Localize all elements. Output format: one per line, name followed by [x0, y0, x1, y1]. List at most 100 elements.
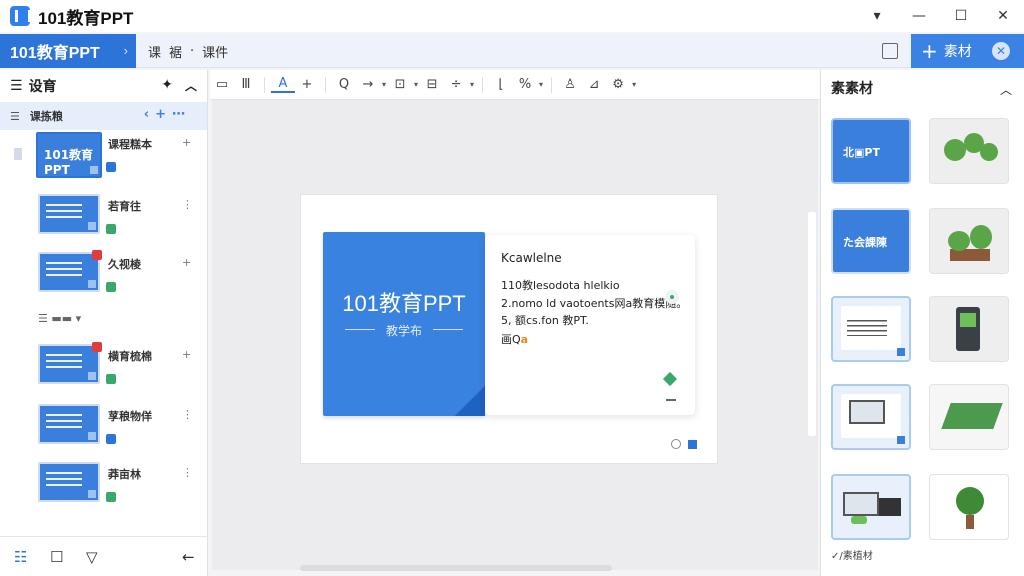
slide-name: 莩稂物佯	[108, 410, 152, 423]
add-icon[interactable]: +	[182, 348, 191, 361]
asset-tile[interactable]	[929, 296, 1009, 362]
asset-tile[interactable]	[831, 474, 911, 540]
search-icon[interactable]: Q	[332, 77, 356, 92]
more-icon[interactable]: ⋮	[182, 466, 193, 479]
crop-icon[interactable]	[882, 43, 898, 59]
image-icon[interactable]: ⊡	[388, 77, 412, 92]
caret-down-icon[interactable]: ▾	[539, 80, 543, 89]
slide-item-2[interactable]: 若育往 ⋮	[0, 194, 200, 250]
slide-thumbnail[interactable]	[38, 462, 100, 502]
document-tab[interactable]: 101教育PPT ›	[0, 34, 136, 68]
horizontal-scrollbar[interactable]	[300, 565, 612, 571]
menu-separator: ·	[190, 43, 195, 59]
status-dot-icon[interactable]	[665, 290, 679, 304]
slide-handle-icon	[14, 148, 22, 160]
asset-tile[interactable]	[831, 384, 911, 450]
list-icon: ☰	[10, 109, 20, 123]
textbox-icon[interactable]: ▭	[210, 77, 234, 92]
square-icon[interactable]	[688, 440, 697, 449]
text-lines-icon	[46, 354, 82, 372]
asset-tile[interactable]	[929, 384, 1009, 450]
comment-icon[interactable]: ☐	[50, 548, 63, 566]
asset-tile[interactable]: た会課陳	[831, 208, 911, 274]
slide-thumbnail[interactable]	[38, 194, 100, 234]
asset-tile[interactable]	[831, 296, 911, 362]
close-icon[interactable]: ✕	[992, 42, 1010, 60]
more-icon[interactable]: ⋮	[182, 198, 193, 211]
ring-icon[interactable]	[671, 439, 681, 449]
fold-corner-icon	[88, 280, 96, 288]
hamburger-icon[interactable]: ☰	[10, 78, 23, 94]
caret-down-icon[interactable]: ▾	[414, 80, 418, 89]
maximize-button[interactable]: ☐	[940, 0, 982, 32]
chevron-up-icon[interactable]: ︿	[1000, 81, 1012, 98]
more-icon[interactable]: ⋮	[182, 408, 193, 421]
chevron-right-icon: ›	[123, 43, 128, 58]
menu-item-lesson[interactable]: 课	[148, 42, 161, 61]
arrow-left-icon[interactable]: ←	[182, 548, 195, 566]
divide-icon[interactable]: ÷	[444, 77, 468, 92]
slide-item-1[interactable]: 101教育PPT 课程糕本 +	[0, 132, 200, 188]
asset-tile[interactable]: 北▣PT	[831, 118, 911, 184]
asset-tile[interactable]	[929, 208, 1009, 274]
slide-tag-icon	[106, 282, 116, 292]
layout-selector[interactable]: ☰ ▬▬ ▾	[38, 312, 81, 325]
plus-icon[interactable]: +	[295, 77, 319, 92]
arrow-icon[interactable]: →	[356, 77, 380, 92]
caret-down-icon[interactable]: ▾	[382, 80, 386, 89]
toolbar-divider	[551, 76, 553, 93]
current-slide[interactable]: 101教育PPT 教学布 Kcawlelne 110教lesodota hlel…	[300, 194, 718, 464]
slide-item-5[interactable]: 莩稂物佯 ⋮	[0, 404, 200, 460]
table-icon[interactable]: ⊟	[420, 77, 444, 92]
slide-thumbnail[interactable]	[38, 250, 102, 292]
caret-down-icon[interactable]: ▾	[470, 80, 474, 89]
red-badge-icon	[92, 250, 102, 260]
bracket-icon[interactable]: ⌊	[489, 77, 513, 92]
menu-item-2[interactable]: 裾	[169, 42, 182, 61]
text-format-icon[interactable]: A	[271, 76, 295, 93]
plant-icon	[948, 231, 970, 251]
slide-subtitle: 教学布	[385, 324, 422, 338]
toolbar-divider	[325, 76, 326, 93]
vertical-scrollbar[interactable]	[808, 212, 816, 436]
materials-footer[interactable]: ✓/素植材	[831, 547, 873, 562]
pen-icon[interactable]: ⊿	[582, 77, 606, 92]
fold-corner-icon	[90, 166, 98, 174]
device-icon	[879, 498, 901, 516]
asset-tile[interactable]	[929, 118, 1009, 184]
percent-icon[interactable]: %	[513, 77, 537, 92]
materials-panel: 素素材 ︿ 北▣PT た会課陳 ✓/素植材	[820, 70, 1024, 576]
content-card[interactable]: Kcawlelne 110教lesodota hlelkio 2.nomo ld…	[485, 235, 695, 415]
tree-icon	[956, 487, 984, 515]
dropdown-icon[interactable]: ▾	[856, 0, 898, 32]
minimize-button[interactable]: —	[898, 0, 940, 32]
slide-tag-icon	[106, 434, 116, 444]
add-icon[interactable]: +	[182, 136, 191, 149]
chevron-up-icon[interactable]: ︿	[185, 77, 197, 94]
add-material-button[interactable]: + 素材 ✕	[911, 34, 1024, 68]
title-block[interactable]: 101教育PPT 教学布	[323, 232, 485, 416]
add-icon[interactable]: +	[182, 256, 191, 269]
person-icon[interactable]: ♙	[558, 77, 582, 92]
close-button[interactable]: ✕	[982, 0, 1024, 32]
tab-bar: 101教育PPT › 课 裾 · 课件 + 素材 ✕	[0, 34, 1024, 68]
slides-panel-header: ☰ 设育 ✦ ︿	[0, 70, 207, 102]
chart-icon[interactable]: Ⅲ	[234, 77, 258, 92]
slides-subheader-tools[interactable]: ‹+⋯	[144, 107, 191, 122]
menu-item-courseware[interactable]: 课件	[202, 42, 228, 61]
asset-tile[interactable]	[929, 474, 1009, 540]
document-tab-label: 101教育PPT	[10, 45, 100, 62]
star-icon[interactable]: ✦	[161, 77, 173, 93]
slides-subheader-label: 课拣粮	[29, 110, 63, 123]
caret-down-icon[interactable]: ▾	[632, 80, 636, 89]
outline-icon[interactable]: ☷	[14, 548, 27, 566]
slide-item-3[interactable]: 久视棱 +	[0, 250, 200, 308]
card-heading: Kcawlelne	[501, 251, 562, 265]
slide-thumbnail[interactable]: 101教育PPT	[36, 132, 102, 178]
slide-item-6[interactable]: 莽亩林 ⋮	[0, 462, 200, 518]
slide-item-4[interactable]: 横育梳棉 +	[0, 342, 200, 400]
slide-thumbnail[interactable]	[38, 342, 102, 384]
settings-icon[interactable]: ⚙	[606, 77, 630, 92]
slide-thumbnail[interactable]	[38, 404, 100, 444]
triangle-icon[interactable]: ▽	[86, 548, 98, 566]
